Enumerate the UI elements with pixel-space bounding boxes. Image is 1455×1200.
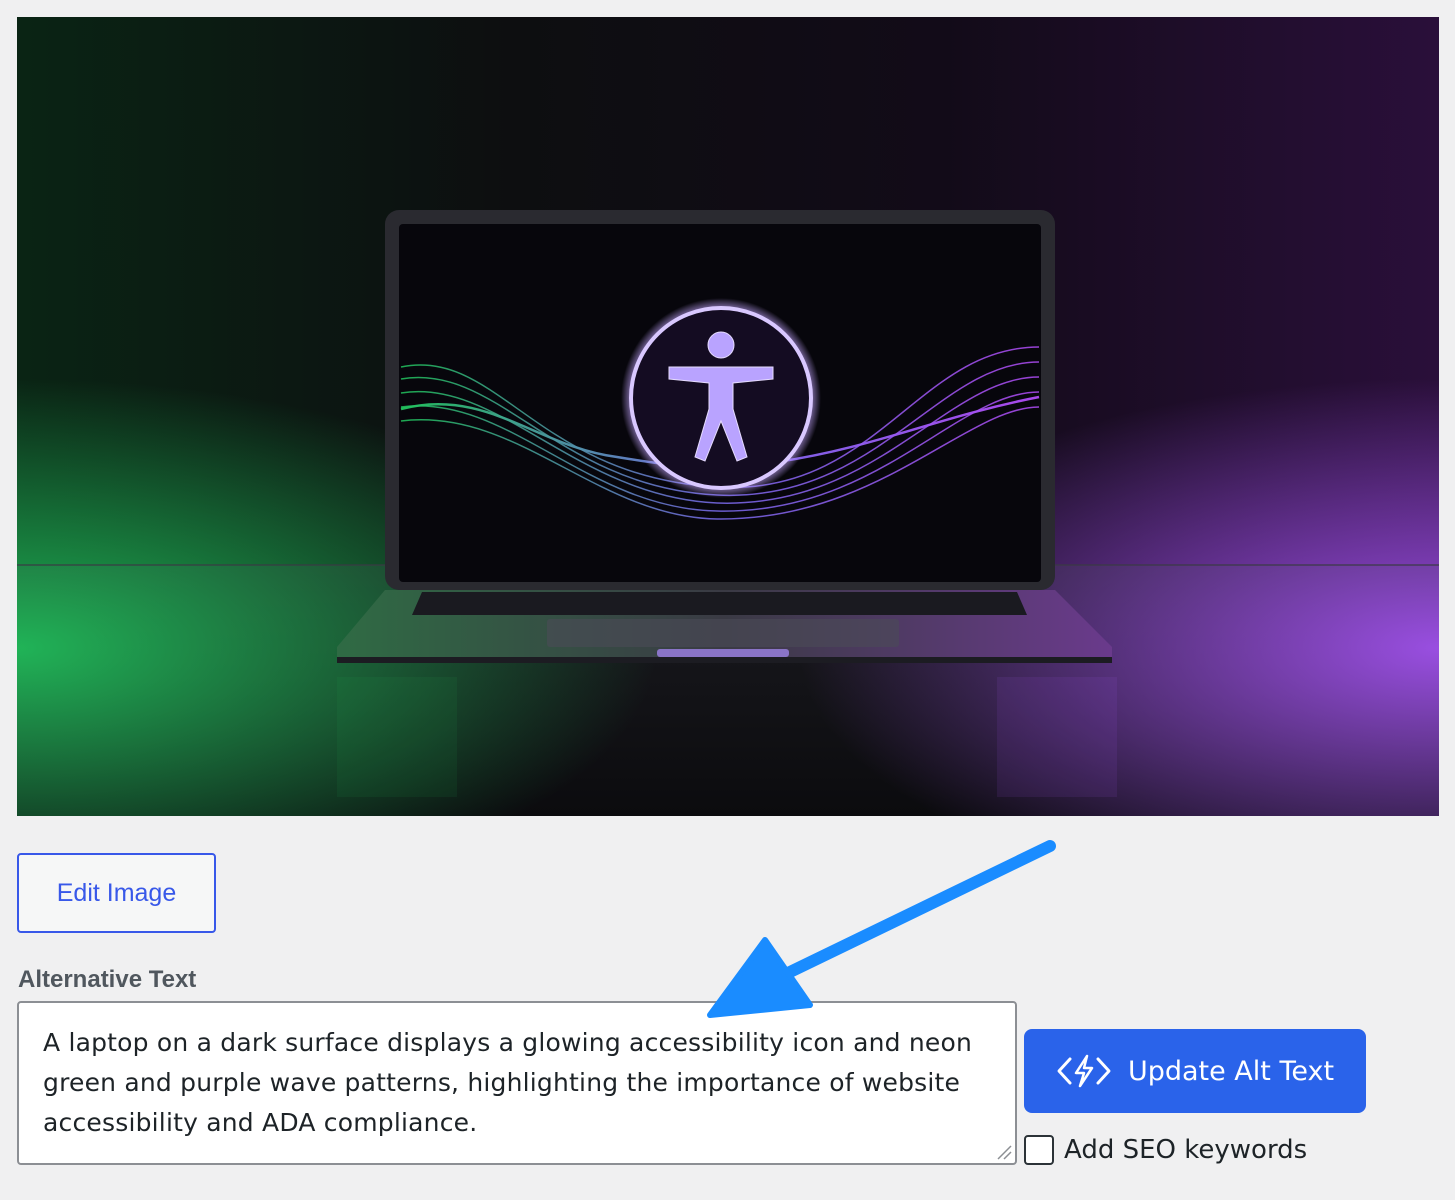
seo-keywords-checkbox[interactable] — [1024, 1135, 1054, 1165]
laptop-accessibility-illustration — [17, 17, 1439, 816]
edit-image-button[interactable]: Edit Image — [17, 853, 216, 933]
alt-text-label: Alternative Text — [18, 966, 197, 993]
ai-code-bolt-icon — [1057, 1054, 1111, 1088]
seo-keywords-option[interactable]: Add SEO keywords — [1024, 1131, 1307, 1169]
seo-keywords-label: Add SEO keywords — [1064, 1135, 1308, 1165]
alt-text-textarea[interactable]: A laptop on a dark surface displays a gl… — [17, 1001, 1017, 1165]
update-alt-text-label: Update Alt Text — [1127, 1055, 1335, 1087]
resize-handle-icon[interactable] — [996, 1144, 1012, 1160]
update-alt-text-button[interactable]: Update Alt Text — [1024, 1029, 1366, 1113]
image-preview — [17, 17, 1439, 816]
